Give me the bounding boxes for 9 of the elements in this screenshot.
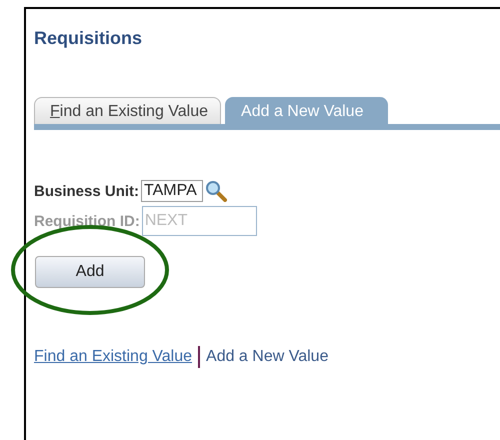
search-icon[interactable] (205, 180, 228, 202)
add-button[interactable]: Add (35, 256, 145, 288)
page-title: Requisitions (34, 27, 144, 49)
link[interactable]: Find an Existing Value (34, 348, 192, 366)
field-label: Requisition ID: (34, 212, 140, 230)
link[interactable]: Add a New Value (206, 348, 328, 366)
tab[interactable]: Find an Existing Value (34, 97, 222, 124)
field-label: Business Unit: (34, 182, 140, 200)
input-field[interactable]: TAMPA (141, 180, 204, 202)
